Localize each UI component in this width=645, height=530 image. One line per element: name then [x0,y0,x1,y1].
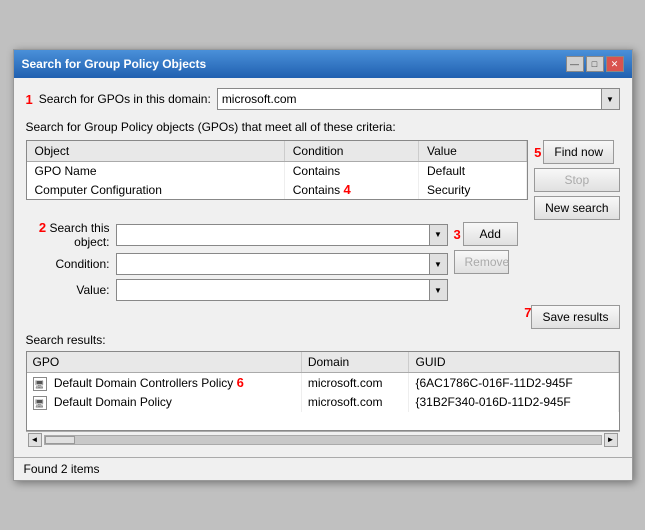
result-domain: microsoft.com [301,373,409,393]
annotation-3: 3 [454,227,461,242]
gpo-icon: 🖥 [33,377,47,391]
results-label: Search results: [26,333,620,347]
save-results-row: 7 Save results [26,305,620,329]
criteria-condition: Contains 4 [284,180,418,199]
condition-row: Condition: ▼ [26,253,448,275]
stop-button[interactable]: Stop [534,168,619,192]
title-bar: Search for Group Policy Objects — □ ✕ [14,50,632,78]
domain-label: Search for GPOs in this domain: [39,92,211,106]
fields-col: 2 Search this object: ▼ Condition: ▼ [26,220,448,305]
results-section: Search results: GPO Domain GUID 🖥 [26,333,620,447]
result-row[interactable]: 🖥 Default Domain Controllers Policy 6 mi… [27,373,619,393]
annotation-6: 6 [237,375,244,390]
add-button[interactable]: Add [463,222,518,246]
criteria-value: Security [419,180,527,199]
annotation-4: 4 [343,182,350,197]
action-col: 3 Add Remove [454,220,524,274]
col-value: Value [419,141,527,162]
scroll-left-button[interactable]: ◄ [28,433,42,447]
condition-label: Condition: [26,257,116,271]
search-object-input[interactable] [117,228,429,242]
value-input[interactable] [117,283,429,297]
result-row[interactable]: 🖥 Default Domain Policy microsoft.com {3… [27,393,619,412]
title-bar-buttons: — □ ✕ [566,56,624,72]
main-window: Search for Group Policy Objects — □ ✕ 1 … [13,49,633,481]
col-object: Object [27,141,285,162]
annotation-1: 1 [26,92,33,107]
horizontal-scrollbar[interactable]: ◄ ► [26,431,620,447]
annotation-7: 7 [524,305,531,329]
scroll-thumb[interactable] [45,436,75,444]
criteria-row[interactable]: GPO Name Contains Default [27,162,527,181]
close-button[interactable]: ✕ [606,56,624,72]
condition-dropdown[interactable]: ▼ [429,254,447,274]
search-object-dropdown[interactable]: ▼ [429,225,447,245]
maximize-button[interactable]: □ [586,56,604,72]
search-object-row: 2 Search this object: ▼ [26,220,448,249]
condition-input[interactable] [117,257,429,271]
result-col-domain: Domain [301,352,409,373]
window-content: 1 Search for GPOs in this domain: ▼ Sear… [14,78,632,457]
criteria-row[interactable]: Computer Configuration Contains 4 Securi… [27,180,527,199]
criteria-object: Computer Configuration [27,180,285,199]
search-object-label: 2 Search this object: [26,220,116,249]
result-col-gpo: GPO [27,352,302,373]
value-dropdown[interactable]: ▼ [429,280,447,300]
criteria-table: Object Condition Value GPO Name Contains… [26,140,529,200]
save-results-button[interactable]: Save results [531,305,619,329]
annotation-5: 5 [534,145,541,160]
result-guid: {31B2F340-016D-11D2-945F [409,393,618,412]
criteria-object: GPO Name [27,162,285,181]
remove-button[interactable]: Remove [454,250,509,274]
minimize-button[interactable]: — [566,56,584,72]
domain-input[interactable] [218,92,601,106]
lower-area: 2 Search this object: ▼ Condition: ▼ [26,220,620,305]
gpo-icon: 🖥 [33,396,47,410]
domain-section: 1 Search for GPOs in this domain: ▼ [26,88,620,110]
criteria-condition: Contains [284,162,418,181]
search-object-combo[interactable]: ▼ [116,224,448,246]
criteria-value: Default [419,162,527,181]
domain-dropdown-btn[interactable]: ▼ [601,89,619,109]
value-row: Value: ▼ [26,279,448,301]
scroll-right-button[interactable]: ► [604,433,618,447]
window-title: Search for Group Policy Objects [22,57,207,71]
annotation-2: 2 [39,220,46,235]
criteria-label: Search for Group Policy objects (GPOs) t… [26,120,620,134]
status-bar: Found 2 items [14,457,632,480]
result-domain: microsoft.com [301,393,409,412]
col-condition: Condition [284,141,418,162]
right-buttons: 5 Find now Stop New search [534,140,619,220]
results-table-wrapper: GPO Domain GUID 🖥 Default Domain Control… [26,351,620,431]
value-combo[interactable]: ▼ [116,279,448,301]
result-col-guid: GUID [409,352,618,373]
result-gpo: 🖥 Default Domain Policy [27,393,302,412]
scroll-track[interactable] [44,435,602,445]
value-label: Value: [26,283,116,297]
result-guid: {6AC1786C-016F-11D2-945F [409,373,618,393]
domain-combo[interactable]: ▼ [217,88,620,110]
result-gpo: 🖥 Default Domain Controllers Policy 6 [27,373,302,393]
find-now-button[interactable]: Find now [543,140,614,164]
condition-combo[interactable]: ▼ [116,253,448,275]
top-row: Object Condition Value GPO Name Contains… [26,140,620,220]
status-text: Found 2 items [24,462,100,476]
new-search-button[interactable]: New search [534,196,619,220]
